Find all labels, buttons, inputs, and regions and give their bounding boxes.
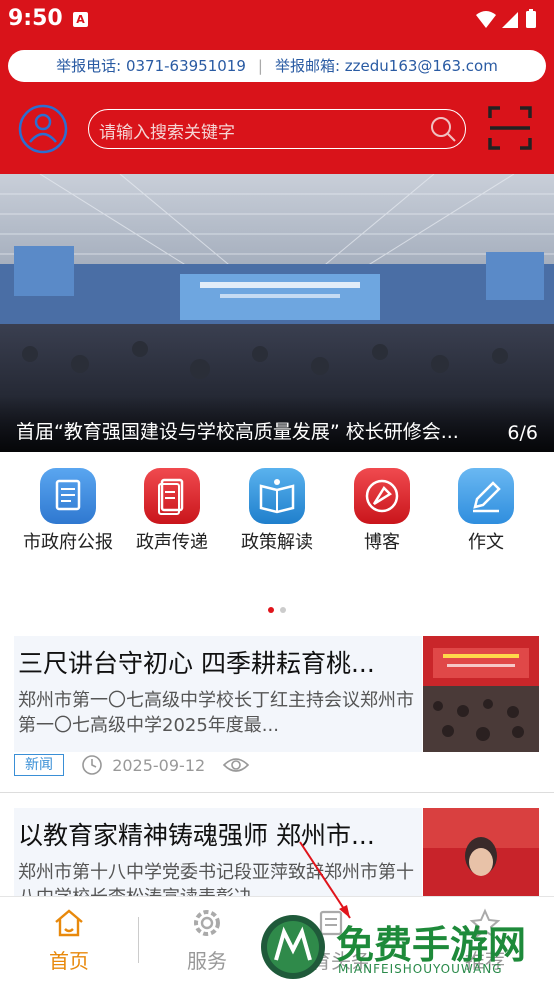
annotation-arrow (299, 841, 351, 919)
